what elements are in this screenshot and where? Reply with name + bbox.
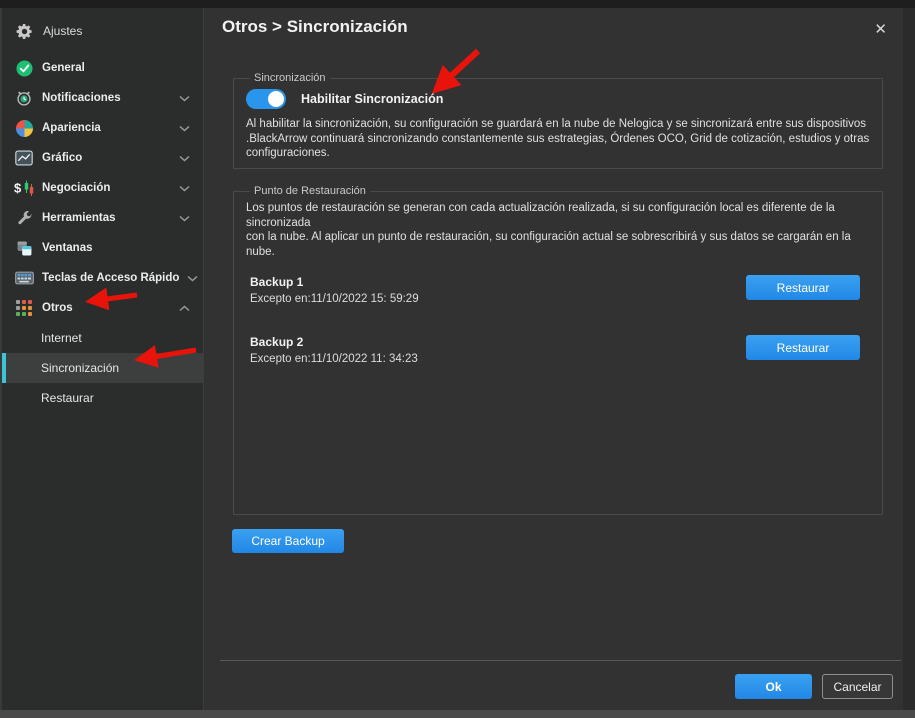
sidebar-item-label: Gráfico <box>42 152 82 164</box>
breadcrumb: Otros > Sincronización <box>222 17 408 37</box>
sidebar-item-label: Ventanas <box>42 242 93 254</box>
sidebar-item-herramientas[interactable]: Herramientas <box>2 203 203 233</box>
chart-window-icon <box>14 148 34 168</box>
dots-grid-icon <box>14 298 34 318</box>
cancel-button[interactable]: Cancelar <box>822 674 893 699</box>
sidebar-item-notificaciones[interactable]: Notificaciones <box>2 83 203 113</box>
restore-groupbox: Punto de Restauración Los puntos de rest… <box>233 185 883 515</box>
restore-description: Los puntos de restauración se generan co… <box>246 201 870 259</box>
sidebar-item-ventanas[interactable]: Ventanas <box>2 233 203 263</box>
settings-content-panel: Otros > Sincronización ✕ Sincronización … <box>204 8 903 710</box>
backup-row-1: Backup 1 Excepto en:11/10/2022 15: 59:29… <box>246 275 870 305</box>
backup-name: Backup 2 <box>250 335 746 349</box>
sidebar-item-negociacion[interactable]: $ Negociación <box>2 173 203 203</box>
sidebar-item-label: Apariencia <box>42 122 101 134</box>
sidebar-subitem-internet[interactable]: Internet <box>2 323 203 353</box>
chevron-down-icon <box>179 215 190 222</box>
create-backup-button[interactable]: Crear Backup <box>232 529 344 553</box>
windows-icon <box>14 238 34 258</box>
keyboard-icon <box>14 268 34 288</box>
sync-groupbox: Sincronización Habilitar Sincronización … <box>233 72 883 169</box>
backup-date: Excepto en:11/10/2022 11: 34:23 <box>250 353 746 365</box>
sync-toggle-label: Habilitar Sincronización <box>301 92 443 106</box>
alarm-clock-icon <box>14 88 34 108</box>
window-frame-bottom <box>0 710 915 718</box>
sidebar-item-label: Herramientas <box>42 212 116 224</box>
check-circle-icon <box>14 58 34 78</box>
chevron-down-icon <box>187 275 198 282</box>
restore-groupbox-legend: Punto de Restauración <box>250 185 370 197</box>
wrench-icon <box>14 208 34 228</box>
window-frame-right <box>903 8 915 710</box>
footer-divider <box>220 660 901 661</box>
sidebar-title: Ajustes <box>43 24 82 38</box>
backup-name: Backup 1 <box>250 275 746 289</box>
sidebar-item-label: Negociación <box>42 182 110 194</box>
restore-backup-2-button[interactable]: Restaurar <box>746 335 860 360</box>
gear-icon <box>14 21 34 41</box>
chevron-down-icon <box>179 95 190 102</box>
chevron-down-icon <box>179 185 190 192</box>
sidebar-subitem-label: Sincronización <box>41 361 119 375</box>
sync-toggle[interactable] <box>246 89 286 109</box>
sidebar-item-label: Otros <box>42 302 73 314</box>
sync-description: Al habilitar la sincronización, su confi… <box>246 117 870 161</box>
sidebar-subitem-label: Restaurar <box>41 391 94 405</box>
chevron-down-icon <box>179 155 190 162</box>
sidebar-item-general[interactable]: General <box>2 53 203 83</box>
sidebar-subitem-restaurar[interactable]: Restaurar <box>2 383 203 413</box>
sidebar-item-label: Teclas de Acceso Rápido <box>42 272 179 284</box>
sidebar-item-otros[interactable]: Otros <box>2 293 203 323</box>
settings-sidebar: Ajustes General Notificaciones Aparienci… <box>0 8 204 710</box>
footer-buttons: Ok Cancelar <box>735 674 893 699</box>
toggle-knob <box>268 91 284 107</box>
sidebar-item-apariencia[interactable]: Apariencia <box>2 113 203 143</box>
window-frame-top <box>0 0 915 8</box>
close-icon[interactable]: ✕ <box>868 18 893 40</box>
settings-window: Ajustes General Notificaciones Aparienci… <box>0 0 915 718</box>
backup-row-2: Backup 2 Excepto en:11/10/2022 11: 34:23… <box>246 335 870 365</box>
sidebar-header: Ajustes <box>2 8 203 53</box>
restore-backup-1-button[interactable]: Restaurar <box>746 275 860 300</box>
pie-chart-icon <box>14 118 34 138</box>
svg-text:$: $ <box>14 181 22 196</box>
sidebar-item-label: Notificaciones <box>42 92 121 104</box>
sync-groupbox-legend: Sincronización <box>250 72 330 84</box>
sidebar-subitem-label: Internet <box>41 331 82 345</box>
ok-button[interactable]: Ok <box>735 674 812 699</box>
sidebar-item-grafico[interactable]: Gráfico <box>2 143 203 173</box>
chevron-down-icon <box>179 125 190 132</box>
backup-date: Excepto en:11/10/2022 15: 59:29 <box>250 293 746 305</box>
sidebar-item-label: General <box>42 62 85 74</box>
chevron-up-icon <box>179 305 190 312</box>
sidebar-item-teclas-acceso-rapido[interactable]: Teclas de Acceso Rápido <box>2 263 203 293</box>
sidebar-subitem-sincronizacion[interactable]: Sincronización <box>2 353 203 383</box>
dollar-candles-icon: $ <box>14 178 34 198</box>
